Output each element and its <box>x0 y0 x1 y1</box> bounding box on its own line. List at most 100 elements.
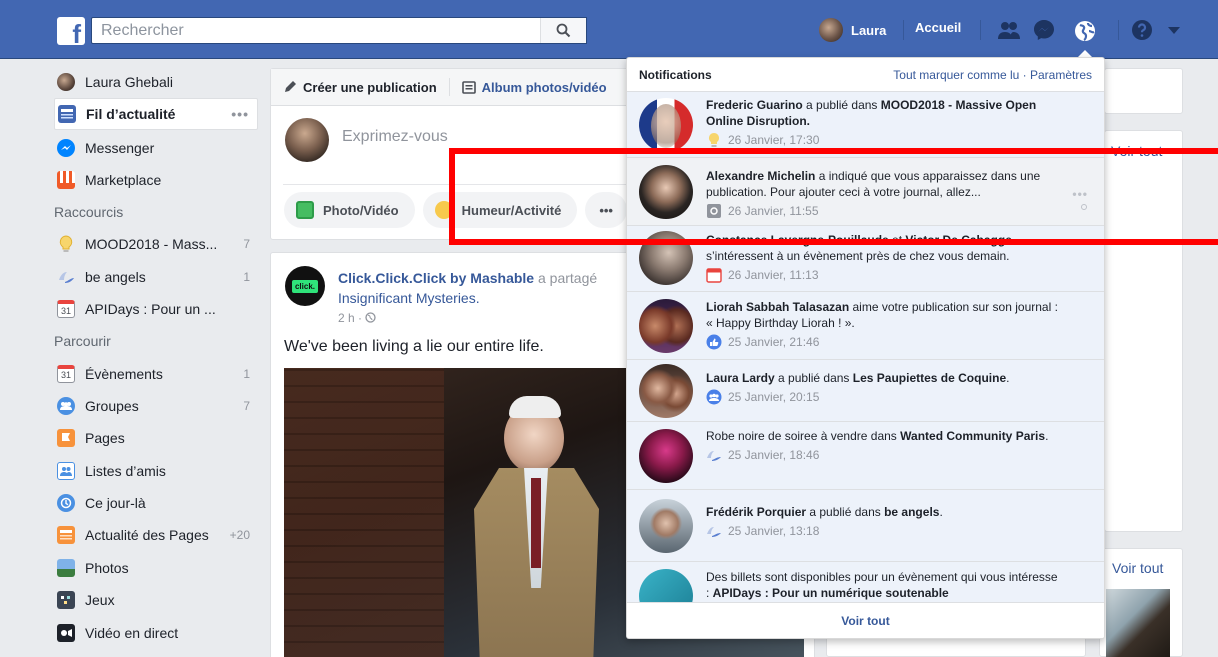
avatar <box>639 499 693 553</box>
mark-all-read-settings-link[interactable]: Tout marquer comme lu · Paramètres <box>893 68 1092 82</box>
sidebar-item-marketplace[interactable]: Marketplace <box>54 164 258 196</box>
sidebar-item-label: Pages <box>85 430 125 447</box>
sidebar-item-groups[interactable]: Groupes 7 <box>54 390 258 422</box>
button-label: Photo/Vidéo <box>323 202 399 218</box>
search-button[interactable] <box>540 18 586 43</box>
facebook-logo[interactable]: f <box>57 17 85 45</box>
thumbnail-image[interactable] <box>1106 589 1170 657</box>
friend-list-icon <box>57 461 75 480</box>
groups-icon <box>706 389 722 405</box>
notification-time: 25 Janvier, 20:15 <box>706 389 1064 405</box>
avatar <box>639 98 693 152</box>
album-icon <box>461 80 476 94</box>
tab-photo-album[interactable]: Album photos/vidéo <box>461 80 607 95</box>
sidebar-item-messenger[interactable]: Messenger <box>54 131 258 163</box>
post-action-text: a partagé <box>537 270 598 286</box>
search-icon <box>556 23 571 38</box>
more-options-icon[interactable]: ••• <box>231 106 249 122</box>
sidebar-item-label: Actualité des Pages <box>85 527 209 544</box>
right-panel-box: Voir tout <box>1099 548 1183 657</box>
sidebar-item-friend-lists[interactable]: Listes d’amis <box>54 455 258 487</box>
notifications-title: Notifications <box>639 67 712 82</box>
notification-item[interactable]: Des billets sont disponibles pour un évè… <box>627 562 1104 603</box>
shortcuts-heading: Raccourcis <box>54 204 124 221</box>
sidebar-item-label: Vidéo en direct <box>85 624 179 641</box>
see-all-notifications-link[interactable]: Voir tout <box>627 602 1104 638</box>
sidebar-item-label: Marketplace <box>85 171 162 188</box>
sidebar-item-on-this-day[interactable]: Ce jour-là <box>54 487 258 519</box>
notification-item[interactable]: Robe noire de soiree à vendre dans Wante… <box>627 422 1104 490</box>
sidebar-item-profile[interactable]: Laura Ghebali <box>54 66 258 98</box>
count-badge: 1 <box>243 269 250 284</box>
home-link[interactable]: Accueil <box>915 20 961 35</box>
video-thumbnail <box>284 368 444 657</box>
wings-icon <box>707 527 721 537</box>
messenger-icon <box>57 138 75 157</box>
notification-time: 25 Janvier, 21:46 <box>706 334 1064 350</box>
flag-icon <box>57 429 75 448</box>
post-time[interactable]: 2 h · <box>338 311 365 325</box>
left-sidebar: Laura Ghebali Fil d’actualité ••• Messen… <box>54 66 258 649</box>
chevron-down-icon[interactable] <box>1168 27 1180 35</box>
photo-video-button[interactable]: Photo/Vidéo <box>284 192 415 228</box>
top-bar: f Laura Accueil <box>0 0 1218 59</box>
notification-item[interactable]: Liorah Sabbah Talasazan aime votre publi… <box>627 292 1104 360</box>
messenger-icon[interactable] <box>1032 18 1056 42</box>
notification-time: 25 Janvier, 13:18 <box>706 523 1064 539</box>
calendar-icon: 31 <box>57 364 75 383</box>
divider <box>903 20 904 40</box>
like-icon <box>706 334 722 350</box>
live-video-icon <box>57 623 75 642</box>
sidebar-item-games[interactable]: Jeux <box>54 584 258 616</box>
sidebar-item-shortcut[interactable]: be angels 1 <box>54 261 258 293</box>
sidebar-item-photos[interactable]: Photos <box>54 552 258 584</box>
sidebar-item-shortcut[interactable]: MOOD2018 - Mass... 7 <box>54 228 258 260</box>
see-all-link[interactable]: Voir tout <box>1112 560 1163 576</box>
sidebar-item-news-feed[interactable]: Fil d’actualité ••• <box>54 98 258 131</box>
avatar <box>285 118 329 162</box>
notifications-button[interactable] <box>1068 14 1102 48</box>
sidebar-item-label: APIDays : Pour un ... <box>85 301 216 318</box>
composer-input[interactable]: Exprimez-vous <box>342 128 448 146</box>
avatar[interactable]: click. <box>285 266 325 306</box>
tab-label: Créer une publication <box>303 79 437 95</box>
video-thumbnail <box>509 396 561 418</box>
marketplace-icon <box>57 170 75 189</box>
avatar <box>639 569 693 603</box>
calendar-icon: 31 <box>57 300 75 319</box>
pencil-icon <box>285 81 296 92</box>
help-icon[interactable] <box>1130 18 1154 42</box>
shared-link[interactable]: Insignificant Mysteries. <box>338 290 480 306</box>
search-input[interactable] <box>92 18 532 43</box>
sidebar-item-label: Laura Ghebali <box>85 74 173 91</box>
sidebar-item-live-video[interactable]: Vidéo en direct <box>54 616 258 648</box>
notification-time: 25 Janvier, 18:46 <box>706 447 1064 463</box>
notification-text: Frederic Guarino a publié dans MOOD2018 … <box>706 98 1037 128</box>
globe-icon <box>365 312 377 323</box>
page-link[interactable]: Click.Click.Click by Mashable <box>338 270 534 286</box>
news-feed-icon <box>58 105 76 124</box>
sidebar-item-label: Fil d’actualité <box>86 106 176 123</box>
search-box <box>91 17 587 44</box>
sidebar-item-pages[interactable]: Pages <box>54 422 258 454</box>
notification-item[interactable]: Laura Lardy a publié dans Les Paupiettes… <box>627 360 1104 422</box>
sidebar-item-events[interactable]: 31 Évènements 1 <box>54 357 258 389</box>
sidebar-item-label: Photos <box>85 559 129 576</box>
profile-name: Laura <box>851 22 887 38</box>
photos-icon <box>57 558 75 577</box>
video-thumbnail <box>531 478 541 568</box>
right-panel-box <box>1104 68 1183 114</box>
sidebar-item-pages-feed[interactable]: Actualité des Pages +20 <box>54 519 258 551</box>
notifications-dropdown: Notifications Tout marquer comme lu · Pa… <box>626 57 1105 639</box>
notification-item[interactable]: Frédérik Porquier a publié dans be angel… <box>627 490 1104 562</box>
divider <box>1118 20 1119 40</box>
sidebar-item-label: Jeux <box>85 592 115 609</box>
avatar <box>57 73 75 92</box>
profile-link[interactable]: Laura <box>819 18 886 42</box>
tab-create-post[interactable]: Créer une publication <box>283 80 437 95</box>
groups-icon <box>57 396 75 415</box>
sidebar-item-shortcut[interactable]: 31 APIDays : Pour un ... <box>54 293 258 325</box>
notifications-header: Notifications Tout marquer comme lu · Pa… <box>627 58 1104 92</box>
friends-icon[interactable] <box>997 18 1021 42</box>
count-badge: 7 <box>243 398 250 413</box>
